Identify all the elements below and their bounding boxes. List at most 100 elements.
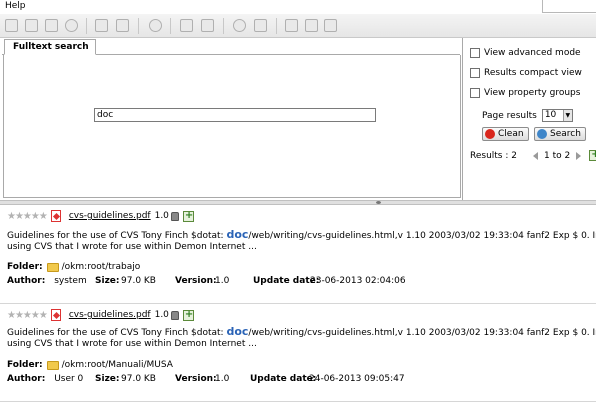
result-header: ★★★★★ cvs-guidelines.pdf 1.0: [7, 308, 194, 322]
size-value: 97.0 KB: [121, 374, 156, 384]
new-document-icon[interactable]: [25, 19, 38, 32]
home-icon[interactable]: [254, 19, 267, 32]
version-label: Version:: [175, 276, 217, 286]
advanced-mode-option[interactable]: View advanced mode: [470, 46, 581, 59]
size-value: 97.0 KB: [121, 276, 156, 286]
clean-button-label: Clean: [498, 129, 524, 139]
property-groups-label: View property groups: [484, 87, 581, 98]
toolbar-divider: [138, 18, 139, 34]
folder-label: Folder:: [7, 360, 43, 370]
size-label: Size:: [95, 276, 120, 286]
result-snippet-line: using CVS that I wrote for use within De…: [7, 242, 257, 252]
results-summary: Results : 2 1 to 2: [470, 149, 596, 161]
result-metadata: Author: system Size: 97.0 KB Version: 1.…: [7, 276, 406, 286]
folder-path-link[interactable]: /okm:root/Manuali/MUSA: [62, 360, 173, 370]
update-date-value: 24-06-2013 09:05:47: [309, 374, 405, 384]
compact-view-checkbox[interactable]: [470, 67, 480, 78]
author-label: Author:: [7, 374, 46, 384]
version-badge: 1.0: [154, 211, 169, 221]
menu-help[interactable]: Help: [5, 1, 26, 11]
document-link[interactable]: cvs-guidelines.pdf: [69, 310, 151, 320]
add-note-icon[interactable]: [182, 210, 194, 222]
page-results-value: 10: [544, 110, 557, 120]
search-options-panel: View advanced mode Results compact view …: [462, 38, 596, 200]
menu-bar: Help: [0, 0, 596, 14]
snippet-text: Guidelines for the use of CVS Tony Finch…: [7, 328, 227, 338]
export-results-icon[interactable]: [589, 149, 596, 161]
page-results-row: Page results 10 ▼: [482, 109, 573, 122]
next-page-icon[interactable]: [576, 151, 582, 160]
search-panel: Fulltext search View advanced mode Resul…: [0, 38, 596, 200]
refresh-icon[interactable]: [233, 19, 246, 32]
folder-path-link[interactable]: /okm:root/trabajo: [62, 262, 141, 272]
workflow-icon[interactable]: [149, 19, 162, 32]
toolbar-divider: [170, 18, 171, 34]
rating-stars-icon[interactable]: ★★★★★: [7, 211, 48, 222]
add-property-group-icon[interactable]: [95, 19, 108, 32]
subscribe-icon[interactable]: [305, 19, 318, 32]
lock-icon: [170, 211, 179, 221]
page-results-label: Page results: [482, 110, 537, 121]
splitter-grip-icon[interactable]: [376, 201, 381, 204]
page-results-select[interactable]: 10 ▼: [541, 109, 573, 122]
uploader-icon[interactable]: [201, 19, 214, 32]
folder-icon: [46, 360, 59, 370]
author-value: system: [54, 276, 87, 286]
property-groups-option[interactable]: View property groups: [470, 86, 580, 99]
previous-page-icon[interactable]: [532, 151, 538, 160]
version-label: Version:: [175, 374, 217, 384]
lock-icon: [170, 310, 179, 320]
search-button[interactable]: Search: [534, 127, 586, 141]
update-date-label: Update date:: [250, 374, 317, 384]
top-right-field[interactable]: [542, 0, 596, 13]
snippet-text: /web/writing/cvs-guidelines.html,v 1.10 …: [248, 231, 596, 241]
clean-icon: [485, 129, 495, 139]
compact-view-option[interactable]: Results compact view: [470, 66, 582, 79]
pdf-icon: [50, 210, 61, 222]
advanced-mode-checkbox[interactable]: [470, 47, 480, 58]
mail-icon[interactable]: [285, 19, 298, 32]
result-divider: [0, 401, 596, 402]
toolbar-divider: [223, 18, 224, 34]
version-value: 1.0: [215, 374, 230, 384]
result-folder: Folder: /okm:root/Manuali/MUSA: [7, 360, 173, 370]
property-groups-checkbox[interactable]: [470, 87, 480, 98]
search-button-label: Search: [550, 129, 581, 139]
folder-label: Folder:: [7, 262, 43, 272]
scanner-icon[interactable]: [180, 19, 193, 32]
folder-icon: [46, 262, 59, 272]
toolbar-divider: [276, 18, 277, 34]
version-badge: 1.0: [154, 310, 169, 320]
search-query-input[interactable]: [94, 108, 376, 122]
cancel-edit-icon[interactable]: [65, 19, 78, 32]
new-folder-icon[interactable]: [5, 19, 18, 32]
page-range: 1 to 2: [543, 150, 571, 161]
version-value: 1.0: [215, 276, 230, 286]
tab-fulltext-search[interactable]: Fulltext search: [4, 39, 96, 55]
toolbar-divider: [86, 18, 87, 34]
chevron-down-icon: ▼: [562, 110, 572, 121]
clean-button[interactable]: Clean: [482, 127, 529, 141]
result-folder: Folder: /okm:root/trabajo: [7, 262, 140, 272]
rating-stars-icon[interactable]: ★★★★★: [7, 310, 48, 321]
fulltext-search-area: [3, 55, 461, 198]
checkout-icon[interactable]: [45, 19, 58, 32]
snippet-highlight: doc: [226, 326, 249, 338]
result-snippet-line: using CVS that I wrote for use within De…: [7, 339, 257, 349]
snippet-text: Guidelines for the use of CVS Tony Finch…: [7, 231, 227, 241]
update-date-value: 23-06-2013 02:04:06: [310, 276, 406, 286]
remove-property-group-icon[interactable]: [116, 19, 129, 32]
author-label: Author:: [7, 276, 46, 286]
pdf-icon: [50, 309, 61, 321]
stamp-icon[interactable]: [324, 19, 337, 32]
advanced-mode-label: View advanced mode: [484, 47, 581, 58]
snippet-highlight: doc: [226, 229, 249, 241]
document-link[interactable]: cvs-guidelines.pdf: [69, 211, 151, 221]
search-tab-bar: Fulltext search: [2, 39, 460, 55]
size-label: Size:: [95, 374, 120, 384]
result-divider: [0, 303, 596, 304]
add-note-icon[interactable]: [182, 309, 194, 321]
search-results-list: ★★★★★ cvs-guidelines.pdf 1.0 Guidelines …: [0, 205, 596, 407]
results-count-label: Results : 2: [470, 150, 517, 161]
result-header: ★★★★★ cvs-guidelines.pdf 1.0: [7, 209, 194, 223]
